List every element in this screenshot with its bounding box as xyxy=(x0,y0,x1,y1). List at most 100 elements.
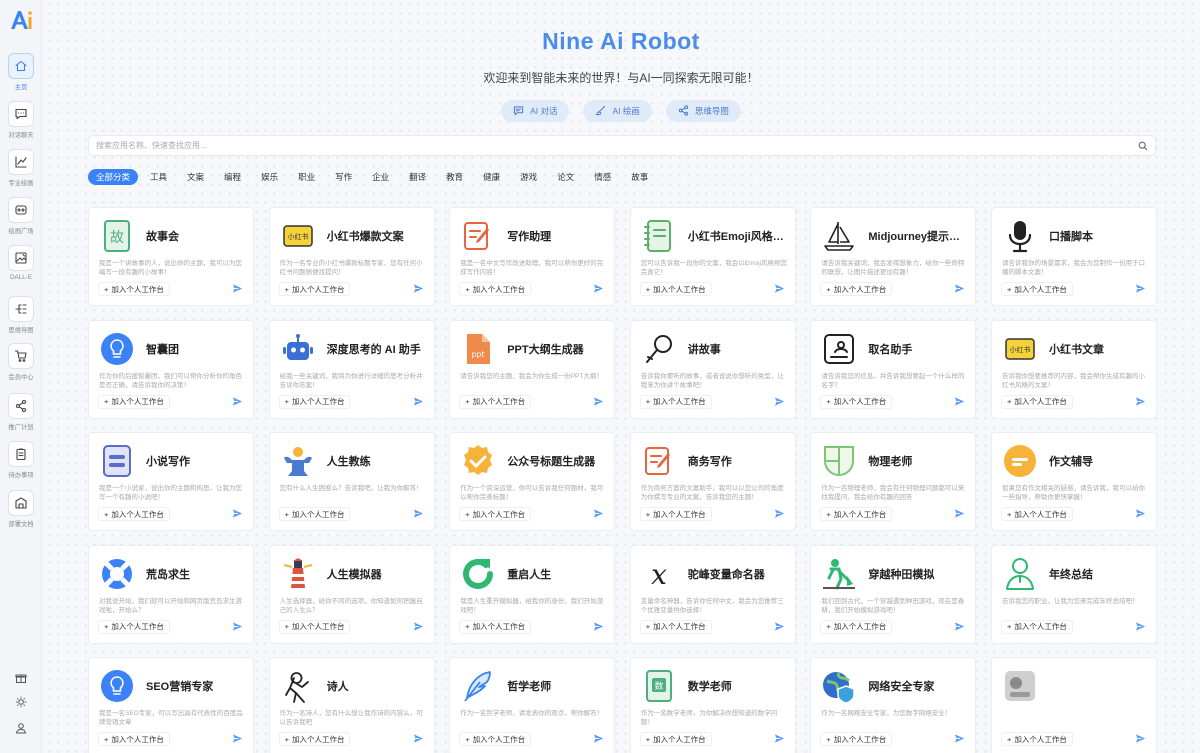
add-to-workspace-button[interactable]: + 加入个人工作台 xyxy=(820,732,893,747)
category-tab[interactable]: 教育 xyxy=(438,169,471,185)
send-icon[interactable] xyxy=(774,621,785,632)
category-tab[interactable]: 健康 xyxy=(475,169,508,185)
category-tab[interactable]: 工具 xyxy=(142,169,175,185)
app-card[interactable]: 讲故事 告诉我你要听的故事，或者说说你想听的类型，让我来为你讲个故事吧！ + 加入… xyxy=(629,319,796,419)
send-icon[interactable] xyxy=(954,396,965,407)
category-tab[interactable]: 全部分类 xyxy=(88,169,139,185)
app-card[interactable]: 小红书 小红书文章 告诉我你想要推荐的内容，我会帮你生成有趣的小红书风格的文案！… xyxy=(990,319,1157,419)
add-to-workspace-button[interactable]: + 加入个人工作台 xyxy=(1000,282,1073,296)
add-to-workspace-button[interactable]: + 加入个人工作台 xyxy=(820,507,893,522)
add-to-workspace-button[interactable]: + 加入个人工作台 xyxy=(1000,394,1073,409)
add-to-workspace-button[interactable]: + 加入个人工作台 xyxy=(278,282,351,296)
app-card[interactable]: 荒岛求生 对我说开始，我们就可以开始和网页版荒岛求生游戏啦，开始么？ + 加入个人… xyxy=(88,544,254,644)
send-icon[interactable] xyxy=(413,508,424,519)
app-card[interactable]: 人生模拟器 人生选择器，给你不同的选项，你知道如何把握自己的人生么？ + 加入个人… xyxy=(268,544,435,644)
send-icon[interactable] xyxy=(774,396,785,407)
add-to-workspace-button[interactable]: + 加入个人工作台 xyxy=(820,394,893,409)
quick-action-button[interactable]: 思维导图 xyxy=(665,100,741,122)
send-icon[interactable] xyxy=(232,283,243,294)
add-to-workspace-button[interactable]: + 加入个人工作台 xyxy=(820,282,893,296)
sidebar-item[interactable]: 待办事项 xyxy=(0,441,42,485)
quick-action-button[interactable]: AI 绘画 xyxy=(583,100,652,122)
sidebar-item[interactable]: 推广计划 xyxy=(0,393,42,437)
send-icon[interactable] xyxy=(413,283,424,294)
add-to-workspace-button[interactable]: + 加入个人工作台 xyxy=(459,507,532,522)
category-tab[interactable]: 论文 xyxy=(549,169,582,185)
send-icon[interactable] xyxy=(413,621,424,632)
quick-action-button[interactable]: AI 对话 xyxy=(501,100,570,122)
sidebar-item[interactable]: 专业绘画 xyxy=(0,149,42,193)
send-icon[interactable] xyxy=(954,508,965,519)
app-card[interactable]: 物理老师 作为一名物理老师，我会有任何物理问题都可以来找我提问，我会给你有趣的回… xyxy=(810,432,977,532)
app-card[interactable]: 诗人 作为一名诗人，您有什么想让我作诗的内容么，可以告诉我吧 + 加入个人工作台 xyxy=(268,657,435,753)
search-input[interactable]: 搜索应用名称、快速查找应用... xyxy=(96,140,1138,151)
add-to-workspace-button[interactable]: + 加入个人工作台 xyxy=(639,394,712,409)
send-icon[interactable] xyxy=(1135,508,1146,519)
sidebar-item[interactable]: 部署文档 xyxy=(0,490,42,534)
app-card[interactable]: 写作助理 我是一名中文写作改进助理，我可以帮你更好的完成写作内容！ + 加入个人工… xyxy=(449,207,616,306)
app-card[interactable]: 小红书Emoji风格… 您可以告诉我一段你的文案，我会以Emoji风格帮您完善它… xyxy=(629,207,796,306)
add-to-workspace-button[interactable]: + 加入个人工作台 xyxy=(639,507,712,522)
app-card[interactable]: 故 故事会 我是一个讲故事的人，说出你的主题，我可以为您编写一段有趣的小故事！ … xyxy=(88,207,254,306)
send-icon[interactable] xyxy=(593,283,604,294)
app-card[interactable]: 小红书 小红书爆款文案 作为一名专业的小红书爆款标题专家，您有任何小红书问题随便… xyxy=(268,207,435,306)
send-icon[interactable] xyxy=(774,733,785,744)
add-to-workspace-button[interactable]: + 加入个人工作台 xyxy=(459,732,532,747)
add-to-workspace-button[interactable]: + 加入个人工作台 xyxy=(98,282,170,296)
send-icon[interactable] xyxy=(232,508,243,519)
category-tab[interactable]: 情感 xyxy=(586,169,619,185)
sidebar-item[interactable]: DALL-E xyxy=(0,245,42,289)
add-to-workspace-button[interactable]: + 加入个人工作台 xyxy=(639,282,712,296)
app-card[interactable]: x 驼峰变量命名器 变量命名神器，告诉你任何中文，我会为您推荐三个优雅变量供你选… xyxy=(629,544,796,644)
add-to-workspace-button[interactable]: + 加入个人工作台 xyxy=(278,394,351,409)
category-tab[interactable]: 职业 xyxy=(290,169,323,185)
app-card[interactable]: Midjourney提示… 请告诉我关键词，我会发挥想象力，给你一些奇特的联想，… xyxy=(810,207,977,306)
add-to-workspace-button[interactable]: + 加入个人工作台 xyxy=(459,394,532,409)
add-to-workspace-button[interactable]: + 加入个人工作台 xyxy=(98,507,170,522)
send-icon[interactable] xyxy=(593,396,604,407)
add-to-workspace-button[interactable]: + 加入个人工作台 xyxy=(98,619,170,634)
add-to-workspace-button[interactable]: + 加入个人工作台 xyxy=(459,619,532,634)
app-card[interactable]: 哲学老师 作为一名哲学老师，请发表你的观点，帮你解答！ + 加入个人工作台 xyxy=(449,657,616,753)
app-card[interactable]: SEO营销专家 我是一名SEO专家，可以写出具有代表性的百度品牌营销文章 + 加入… xyxy=(88,657,254,753)
add-to-workspace-button[interactable]: + 加入个人工作台 xyxy=(278,619,351,634)
category-tab[interactable]: 故事 xyxy=(623,169,656,185)
send-icon[interactable] xyxy=(232,733,243,744)
send-icon[interactable] xyxy=(593,733,604,744)
app-card[interactable]: 人生教练 您有什么人生困惑么？告诉我吧，让我为你解答！ + 加入个人工作台 xyxy=(268,432,435,532)
app-card[interactable]: 作文辅导 如果您有作文相关的疑惑，请告诉我，我可以给你一些指导，帮助你更快掌握！… xyxy=(990,432,1157,532)
add-to-workspace-button[interactable]: + 加入个人工作台 xyxy=(278,732,351,747)
app-card[interactable]: ppt PPT大纲生成器 请告诉我您的主题，我会为你生成一份PPT大纲！ + 加入… xyxy=(449,319,616,419)
app-card[interactable]: 公众号标题生成器 作为一个资深运营，你可以告诉我任何题材，我可以帮你完善标题！ … xyxy=(449,432,616,532)
add-to-workspace-button[interactable]: + 加入个人工作台 xyxy=(639,619,712,634)
sidebar-item[interactable]: 会员中心 xyxy=(0,343,42,387)
send-icon[interactable] xyxy=(774,508,785,519)
add-to-workspace-button[interactable]: + 加入个人工作台 xyxy=(639,732,712,747)
send-icon[interactable] xyxy=(232,396,243,407)
category-tab[interactable]: 文案 xyxy=(179,169,212,185)
app-card[interactable]: 口播脚本 请告诉我你的场景需求，我会为您制作一份用于口播的脚本文案！ + 加入个人… xyxy=(990,207,1157,306)
app-card[interactable]: 穿越种田模拟 我们回到古代，一个穿越遇到种田游戏，现在是春耕，我们开始模拟游戏吧… xyxy=(810,544,977,644)
sidebar-item[interactable]: 主页 xyxy=(0,53,42,97)
sidebar-item[interactable]: 思维导图 xyxy=(0,296,42,340)
app-card[interactable]: 数 数学老师 作为一名数学老师，为你解决你想知道的数学问题！ + 加入个人工作台 xyxy=(629,657,796,753)
send-icon[interactable] xyxy=(232,621,243,632)
app-card[interactable]: 商务写作 作为商务方面的文案助手，我可以以您公司的角度为你撰写专业的文案，告诉我… xyxy=(629,432,796,532)
category-tab[interactable]: 娱乐 xyxy=(253,169,286,185)
app-card[interactable]: 取名助手 请告诉我您的信息，并告诉我想要起一个什么样的名字？ + 加入个人工作台 xyxy=(810,319,977,419)
send-icon[interactable] xyxy=(413,733,424,744)
send-icon[interactable] xyxy=(954,621,965,632)
sidebar-item[interactable]: 绘画广场 xyxy=(0,197,42,241)
send-icon[interactable] xyxy=(1135,733,1146,744)
user-icon[interactable] xyxy=(13,720,29,736)
category-tab[interactable]: 编程 xyxy=(216,169,249,185)
category-tab[interactable]: 写作 xyxy=(327,169,360,185)
category-tab[interactable]: 企业 xyxy=(364,169,397,185)
send-icon[interactable] xyxy=(1135,283,1146,294)
app-card[interactable]: 年终总结 告诉我您的职业，让我为您来完成年终总结吧！ + 加入个人工作台 xyxy=(990,544,1157,644)
app-card[interactable]: 深度思考的 AI 助手 给我一些关键词，我将为你进行详细的思考分析并告诉你答案！… xyxy=(268,319,435,419)
add-to-workspace-button[interactable]: + 加入个人工作台 xyxy=(459,282,532,296)
app-logo[interactable] xyxy=(8,7,34,33)
app-card[interactable]: 重启人生 我是人生重开模拟器，给我你的身份，我们开始游戏吧！ + 加入个人工作台 xyxy=(449,544,616,644)
search-bar[interactable]: 搜索应用名称、快速查找应用... xyxy=(88,135,1156,156)
